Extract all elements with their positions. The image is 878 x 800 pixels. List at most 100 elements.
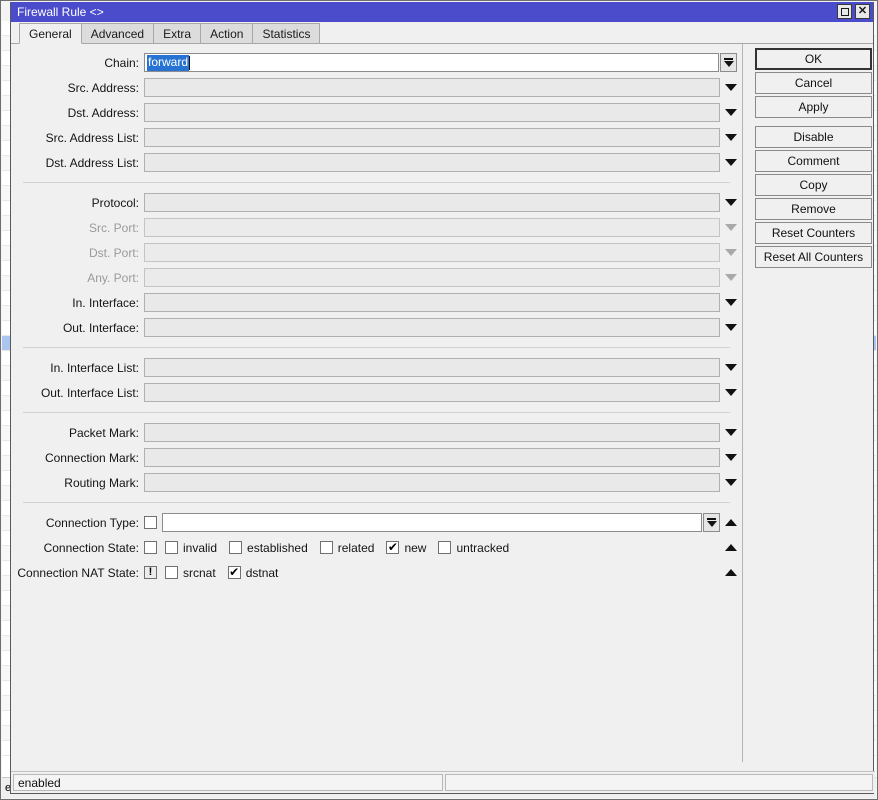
tab-general[interactable]: General [19, 23, 82, 44]
status-pane-extra [445, 774, 873, 791]
checkbox-established[interactable] [229, 541, 243, 554]
src-address-input[interactable] [144, 78, 720, 97]
connection-state-option-related[interactable]: related [319, 541, 374, 555]
section-divider-3 [23, 412, 730, 413]
check-mark-icon: ✔ [229, 565, 240, 579]
protocol-dropdown-icon[interactable] [720, 193, 742, 212]
protocol-input[interactable] [144, 193, 720, 212]
connection-mark-input[interactable] [144, 448, 720, 467]
label-out-interface-list: Out. Interface List: [40, 385, 139, 400]
tab-bar: General Advanced Extra Action Statistics [11, 22, 873, 44]
ok-button[interactable]: OK [755, 48, 872, 70]
dst-address-list-input[interactable] [144, 153, 720, 172]
routing-mark-input[interactable] [144, 473, 720, 492]
out-interface-list-dropdown-icon[interactable] [720, 383, 742, 402]
cancel-button[interactable]: Cancel [755, 72, 872, 94]
connection-type-collapse-icon[interactable] [720, 513, 742, 532]
section-divider-4 [23, 502, 730, 503]
label-connection-type: Connection Type: [45, 515, 139, 530]
in-interface-list-input[interactable] [144, 358, 720, 377]
label-src-address-list: Src. Address List: [45, 130, 139, 145]
src-address-list-input[interactable] [144, 128, 720, 147]
packet-mark-input[interactable] [144, 423, 720, 442]
remove-button[interactable]: Remove [755, 198, 872, 220]
label-packet-mark: Packet Mark: [68, 425, 139, 440]
connection-type-dropdown-icon[interactable] [703, 513, 720, 532]
reset-counters-button[interactable]: Reset Counters [755, 222, 872, 244]
section-divider-2 [23, 347, 730, 348]
tab-extra[interactable]: Extra [153, 23, 202, 43]
routing-mark-dropdown-icon[interactable] [720, 473, 742, 492]
connection-state-option-new[interactable]: ✔ new [386, 541, 426, 555]
form-row-chain: Chain: forward [11, 50, 742, 75]
connection-state-collapse-icon[interactable] [720, 538, 742, 557]
checkbox-new[interactable]: ✔ [386, 540, 400, 554]
form-row-connection-nat-state: Connection NAT State: ! srcnat ✔ dstnat [11, 560, 742, 585]
connection-state-option-invalid[interactable]: invalid [165, 541, 217, 555]
tab-statistics[interactable]: Statistics [252, 23, 321, 43]
connection-type-negate-checkbox[interactable] [144, 516, 157, 529]
src-address-dropdown-icon[interactable] [720, 78, 742, 97]
tab-advanced[interactable]: Advanced [80, 23, 155, 43]
window-controls: ✕ [837, 4, 870, 19]
label-routing-mark: Routing Mark: [64, 475, 139, 490]
form-row-any-port: Any. Port: [11, 265, 742, 290]
dialog-button-column: OK Cancel Apply Disable Comment Copy Rem… [752, 44, 875, 268]
copy-button[interactable]: Copy [755, 174, 872, 196]
form-row-in-interface: In. Interface: [11, 290, 742, 315]
form-row-protocol: Protocol: [11, 190, 742, 215]
packet-mark-dropdown-icon[interactable] [720, 423, 742, 442]
general-form-panel: Chain: forward Src. Address: Dst. Addres… [11, 44, 743, 762]
label-protocol: Protocol: [91, 195, 139, 210]
connection-state-negate-checkbox[interactable] [144, 541, 157, 554]
close-icon[interactable]: ✕ [855, 4, 870, 19]
reset-all-counters-button[interactable]: Reset All Counters [755, 246, 872, 268]
dialog-titlebar[interactable]: Firewall Rule <> ✕ [11, 2, 873, 22]
form-row-dst-port: Dst. Port: [11, 240, 742, 265]
form-row-in-interface-list: In. Interface List: [11, 355, 742, 380]
form-row-connection-type: Connection Type: [11, 510, 742, 535]
section-divider-1 [23, 182, 730, 183]
chain-dropdown-icon[interactable] [720, 53, 737, 72]
in-interface-input[interactable] [144, 293, 720, 312]
connection-state-option-established[interactable]: established [229, 541, 308, 555]
connection-type-input[interactable] [162, 513, 702, 532]
dialog-body: Chain: forward Src. Address: Dst. Addres… [11, 44, 873, 762]
checkbox-related[interactable] [319, 541, 333, 554]
checkbox-untracked[interactable] [438, 541, 452, 554]
apply-button[interactable]: Apply [755, 96, 872, 118]
maximize-icon[interactable] [837, 4, 852, 19]
checkbox-new-label: new [404, 540, 427, 555]
label-chain: Chain: [104, 55, 139, 70]
connection-mark-dropdown-icon[interactable] [720, 448, 742, 467]
connection-nat-state-negate-checkbox[interactable]: ! [144, 566, 157, 579]
src-port-dropdown-icon [720, 218, 742, 237]
tab-action[interactable]: Action [200, 23, 254, 43]
checkbox-invalid[interactable] [165, 541, 178, 554]
form-row-connection-state: Connection State: invalid established re… [11, 535, 742, 560]
in-interface-list-dropdown-icon[interactable] [720, 358, 742, 377]
label-any-port: Any. Port: [87, 270, 139, 285]
checkbox-dstnat[interactable]: ✔ [227, 565, 241, 579]
label-connection-mark: Connection Mark: [44, 450, 139, 465]
disable-button[interactable]: Disable [755, 126, 872, 148]
firewall-rule-dialog: Firewall Rule <> ✕ General Advanced Extr… [10, 2, 875, 794]
dst-address-input[interactable] [144, 103, 720, 122]
connection-nat-state-option-dstnat[interactable]: ✔ dstnat [227, 565, 278, 580]
connection-nat-state-collapse-icon[interactable] [720, 563, 742, 582]
comment-button[interactable]: Comment [755, 150, 872, 172]
out-interface-input[interactable] [144, 318, 720, 337]
out-interface-list-input[interactable] [144, 383, 720, 402]
in-interface-dropdown-icon[interactable] [720, 293, 742, 312]
connection-state-option-untracked[interactable]: untracked [438, 541, 509, 555]
dst-address-dropdown-icon[interactable] [720, 103, 742, 122]
chain-input[interactable]: forward [144, 53, 719, 72]
dst-address-list-dropdown-icon[interactable] [720, 153, 742, 172]
label-out-interface: Out. Interface: [62, 320, 139, 335]
connection-nat-state-option-srcnat[interactable]: srcnat [165, 566, 216, 580]
out-interface-dropdown-icon[interactable] [720, 318, 742, 337]
src-address-list-dropdown-icon[interactable] [720, 128, 742, 147]
check-mark-icon: ✔ [387, 540, 398, 554]
form-row-dst-address-list: Dst. Address List: [11, 150, 742, 175]
checkbox-srcnat[interactable] [165, 566, 178, 579]
